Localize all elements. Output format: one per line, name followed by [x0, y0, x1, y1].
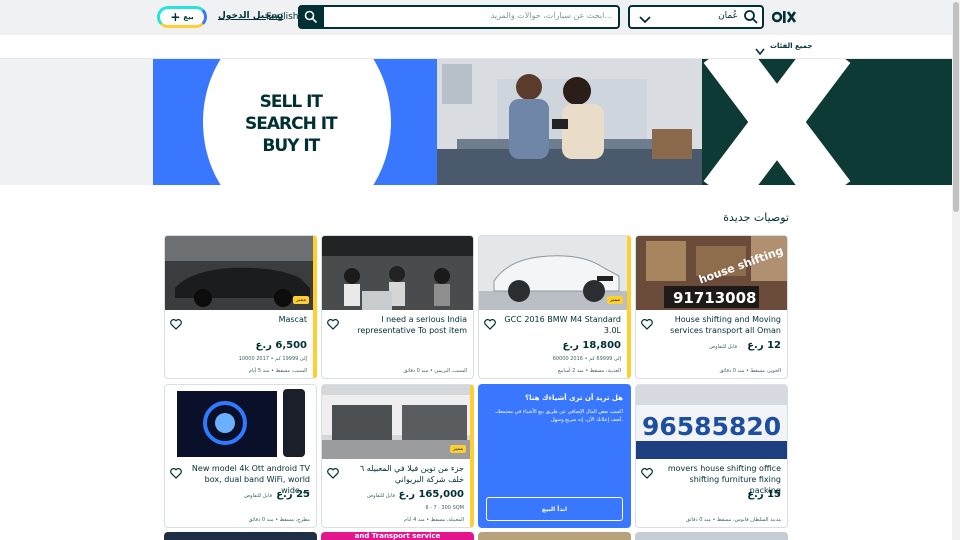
banner-blue-panel: SELL IT SEARCH IT BUY IT [153, 59, 437, 185]
featured-badge: مميز [607, 296, 623, 304]
listing-image: 96585820 [636, 385, 787, 459]
phone-text: 91713008 [673, 289, 757, 307]
listing-title: جزء من توين فيلا في المعبيله ٦ خلف شركة … [359, 464, 464, 484]
favorite-heart-icon[interactable] [327, 464, 339, 483]
start-selling-button[interactable]: ابدأ البيع [486, 497, 623, 521]
listing-price: 15 ر.ع [747, 489, 781, 500]
listing-location: العذيبة، مسقط • منذ 2 أسابيع [557, 368, 621, 374]
promo-title: هل تريد أن ترى أشياءك هنا؟ [525, 394, 623, 402]
top-bar: عُمان ابحث عن سيارات، جوالات والمزيد... … [0, 0, 952, 35]
listing-image [322, 385, 470, 459]
listing-price: 18,800 ر.ع [562, 340, 621, 351]
listing-card[interactable]: house shifting 91713008 House shifting a… [635, 235, 788, 379]
favorite-heart-icon[interactable] [170, 315, 182, 334]
listing-image [165, 385, 316, 459]
tagline-search: SEARCH IT [245, 114, 338, 134]
partial-card[interactable] [164, 532, 317, 540]
listing-image: house shifting 91713008 [636, 236, 787, 310]
listing-price: 12 ر.ع [747, 340, 781, 351]
banner-photo [437, 59, 702, 185]
search-placeholder: ابحث عن سيارات، جوالات والمزيد... [490, 11, 612, 20]
section-title: توصيات جديدة [723, 211, 789, 224]
partial-card[interactable] [635, 532, 788, 540]
location-text: عُمان [718, 11, 738, 21]
listing-card[interactable]: مميز Mascat 6,500 ر.ع 10000 إلى 19999 كم… [164, 235, 317, 379]
couple-image [437, 59, 702, 185]
scrollbar-thumb[interactable] [953, 2, 959, 212]
listing-meta: 60000 إلى 69999 كم • 2016 [552, 356, 621, 362]
listing-location: الخوير، مسقط • منذ 0 دقائق [719, 368, 781, 374]
listing-title: I need a serious India representative To… [357, 315, 467, 335]
location-search-icon [743, 9, 759, 29]
favorite-heart-icon[interactable] [484, 315, 496, 334]
favorite-heart-icon[interactable] [170, 464, 182, 483]
listing-card[interactable]: مميز جزء من توين فيلا في المعبيله ٦ خلف … [321, 384, 474, 528]
partial-card-text: and Transport service [354, 532, 441, 540]
search-input[interactable]: ابحث عن سيارات، جوالات والمزيد... [298, 5, 620, 29]
all-categories-link[interactable]: جميع الفئات [770, 42, 812, 50]
phone-text: 96585820 [642, 412, 781, 441]
page-scrollbar[interactable] [952, 0, 960, 540]
listing-card[interactable]: مميز GCC 2016 BMW M4 Standard 3.0L 18,80… [478, 235, 631, 379]
tv-box-image [165, 385, 316, 459]
listing-meta: 6 · 7 · 300 SQM [425, 505, 464, 511]
search-icon [304, 10, 318, 24]
partial-card[interactable]: and Transport service [321, 532, 474, 540]
listing-location: مطرح، مسقط • منذ 0 دقائق [248, 517, 310, 523]
favorite-heart-icon[interactable] [641, 315, 653, 334]
favorite-heart-icon[interactable] [641, 464, 653, 483]
hero-banner[interactable]: SELL IT SEARCH IT BUY IT [0, 59, 952, 185]
listing-location: مدينة السلطان قابوس، مسقط • منذ 0 دقائق [685, 517, 781, 523]
sell-promo-card: هل تريد أن ترى أشياءك هنا؟ اكسب بعض الما… [478, 384, 631, 528]
featured-badge: مميز [293, 296, 309, 304]
moving-boxes-image: house shifting 91713008 [636, 236, 787, 310]
listing-price: 6,500 ر.ع [255, 340, 307, 351]
listing-meta: 10000 إلى 19999 كم • 2017 [238, 356, 307, 362]
location-selector[interactable]: عُمان [628, 5, 764, 29]
listing-title: Mascat [278, 315, 307, 324]
tagline-sell: SELL IT [259, 92, 323, 112]
listing-image [165, 236, 313, 310]
listing-location: السيب، مسقط • منذ 5 أيام [248, 368, 307, 374]
plus-icon: + [170, 10, 181, 24]
negotiable-label: قابل للتفاوض [709, 344, 737, 350]
listing-card[interactable]: 96585820 movers house shifting office sh… [635, 384, 788, 528]
favorite-heart-icon[interactable] [327, 315, 339, 334]
promo-body: اكسب بعض المال الإضافي عن طريق بيع الأشي… [494, 409, 623, 423]
listing-card[interactable]: I need a serious India representative To… [321, 235, 474, 379]
negotiable-label: قابل للتفاوض [244, 493, 272, 499]
partial-card[interactable] [478, 532, 631, 540]
listing-title: GCC 2016 BMW M4 Standard 3.0L [504, 315, 621, 335]
listing-price: 165,000 ر.ع [398, 489, 464, 500]
office-image [322, 236, 473, 310]
olx-logo[interactable] [771, 8, 797, 26]
sell-label: بيع [183, 13, 194, 21]
listing-title: House shifting and Moving services trans… [670, 315, 781, 335]
category-bar: جميع الفئات [0, 35, 952, 59]
listing-image [322, 236, 473, 310]
login-link[interactable]: تسجيل الدخول [218, 11, 283, 21]
listing-card[interactable]: New model 4k Ott android TV box, dual ba… [164, 384, 317, 528]
listing-location: السيب، البريمي • منذ 0 دقائق [403, 368, 467, 374]
banner-dark-panel [702, 59, 952, 185]
listing-location: المعبيلة، مسقط • منذ 4 أيام [404, 517, 464, 523]
banner-tagline: SELL IT SEARCH IT BUY IT [245, 91, 338, 157]
negotiable-label: قابل للتفاوض [367, 493, 395, 499]
x-shape-icon [703, 59, 851, 185]
listing-price: 25 ر.ع [276, 489, 310, 500]
listing-image [479, 236, 627, 310]
movers-ad-image: 96585820 [636, 385, 787, 459]
sell-button[interactable]: + بيع [157, 6, 207, 28]
olx-logo-icon [771, 11, 797, 23]
chevron-down-icon[interactable] [638, 11, 652, 30]
search-button[interactable] [298, 5, 324, 29]
tagline-buy: BUY IT [262, 136, 320, 156]
featured-badge: مميز [450, 445, 466, 453]
